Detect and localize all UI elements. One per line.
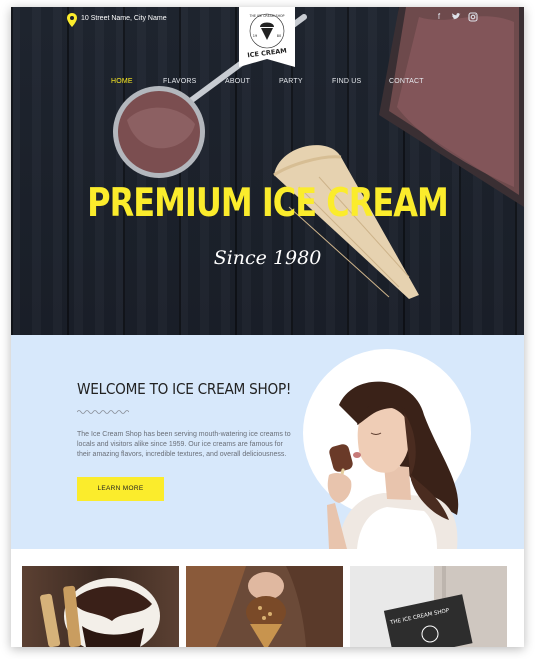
nav-flavors[interactable]: FLAVORS bbox=[163, 78, 197, 85]
shop-sign-image: THE ICE CREAM SHOP bbox=[350, 566, 507, 647]
gallery-thumb-cone[interactable] bbox=[186, 566, 343, 647]
gallery-thumb-sundae[interactable] bbox=[22, 566, 179, 647]
logo-arc-text: THE ICE CREAM SHOP bbox=[249, 14, 285, 18]
nav-home[interactable]: HOME bbox=[111, 78, 133, 85]
instagram-icon[interactable] bbox=[468, 12, 478, 22]
sundae-image bbox=[22, 566, 179, 647]
welcome-text: The Ice Cream Shop has been serving mout… bbox=[77, 431, 291, 458]
location-pin-icon bbox=[67, 13, 77, 27]
nav-about[interactable]: ABOUT bbox=[225, 78, 250, 85]
nav-party[interactable]: PARTY bbox=[279, 78, 303, 85]
logo-year-left: 19 bbox=[253, 34, 257, 38]
website-frame: 10 Street Name, City Name f THE ICE CREA… bbox=[11, 7, 524, 647]
facebook-icon[interactable]: f bbox=[434, 12, 444, 22]
address-text: 10 Street Name, City Name bbox=[81, 15, 167, 22]
gallery-section: THE ICE CREAM SHOP bbox=[11, 549, 524, 647]
cone-image bbox=[186, 566, 343, 647]
hero-section: 10 Street Name, City Name f THE ICE CREA… bbox=[11, 7, 524, 335]
wavy-divider-icon bbox=[77, 410, 129, 414]
nav-contact[interactable]: CONTACT bbox=[389, 78, 424, 85]
welcome-title: WELCOME TO ICE CREAM SHOP! bbox=[77, 380, 292, 398]
gallery-thumb-shop-sign[interactable]: THE ICE CREAM SHOP bbox=[350, 566, 507, 647]
hero-subtitle: Since 1980 bbox=[213, 247, 322, 269]
hero-title: PREMIUM ICE CREAM bbox=[87, 181, 449, 226]
nav-find-us[interactable]: FIND US bbox=[332, 78, 361, 85]
ice-cream-logo[interactable]: THE ICE CREAM SHOP 19 80 ICE CREAM bbox=[239, 7, 295, 67]
twitter-icon[interactable] bbox=[451, 12, 461, 22]
learn-more-button[interactable]: LEARN MORE bbox=[77, 477, 164, 501]
logo-year-right: 80 bbox=[277, 34, 281, 38]
welcome-section: WELCOME TO ICE CREAM SHOP! The Ice Cream… bbox=[11, 335, 524, 549]
woman-eating-ice-cream-image bbox=[327, 381, 459, 549]
